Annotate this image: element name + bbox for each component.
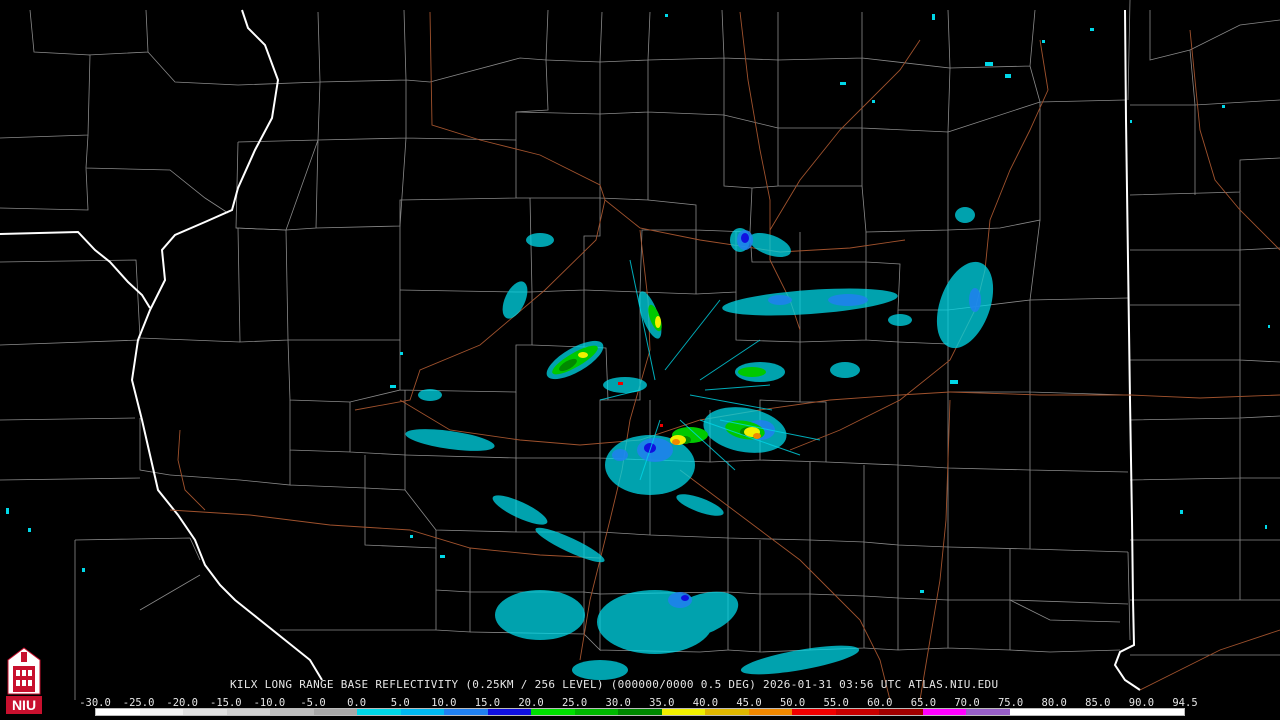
- color-scale-swatch: [183, 709, 227, 715]
- color-scale-swatch: [400, 709, 445, 715]
- color-scale-swatch: [618, 709, 662, 715]
- color-scale-swatch: [531, 709, 575, 715]
- color-scale-swatch: [270, 709, 314, 715]
- color-scale-swatch: [313, 709, 358, 715]
- color-scale-labels: -30.0 -25.0 -20.0 -15.0 -10.0 -5.0 0.0 5.0 10.0 1…: [79, 697, 1197, 709]
- color-scale-swatch: [835, 709, 880, 715]
- color-scale-bar: [95, 708, 1185, 716]
- color-scale-swatch: [1140, 709, 1184, 715]
- color-scale-swatch: [879, 709, 923, 715]
- color-scale-swatch: [1096, 709, 1141, 715]
- color-scale-swatch: [487, 709, 532, 715]
- color-scale-swatch: [661, 709, 706, 715]
- color-scale-swatch: [966, 709, 1010, 715]
- color-scale-swatch: [357, 709, 401, 715]
- color-scale-swatch: [1053, 709, 1097, 715]
- color-scale-swatch: [226, 709, 271, 715]
- color-scale-swatch: [1009, 709, 1054, 715]
- color-scale-swatch: [792, 709, 836, 715]
- color-scale-swatch: [748, 709, 793, 715]
- color-scale-swatch: [96, 709, 140, 715]
- niu-logo: NIU: [6, 647, 42, 714]
- color-scale-swatch: [139, 709, 184, 715]
- svg-text:NIU: NIU: [12, 697, 36, 713]
- color-scale-swatch: [922, 709, 967, 715]
- product-caption: KILX LONG RANGE BASE REFLECTIVITY (0.25K…: [230, 678, 999, 691]
- color-scale-swatch: [574, 709, 619, 715]
- color-scale-swatch: [705, 709, 749, 715]
- radar-map: [0, 0, 1280, 720]
- color-scale-swatch: [444, 709, 488, 715]
